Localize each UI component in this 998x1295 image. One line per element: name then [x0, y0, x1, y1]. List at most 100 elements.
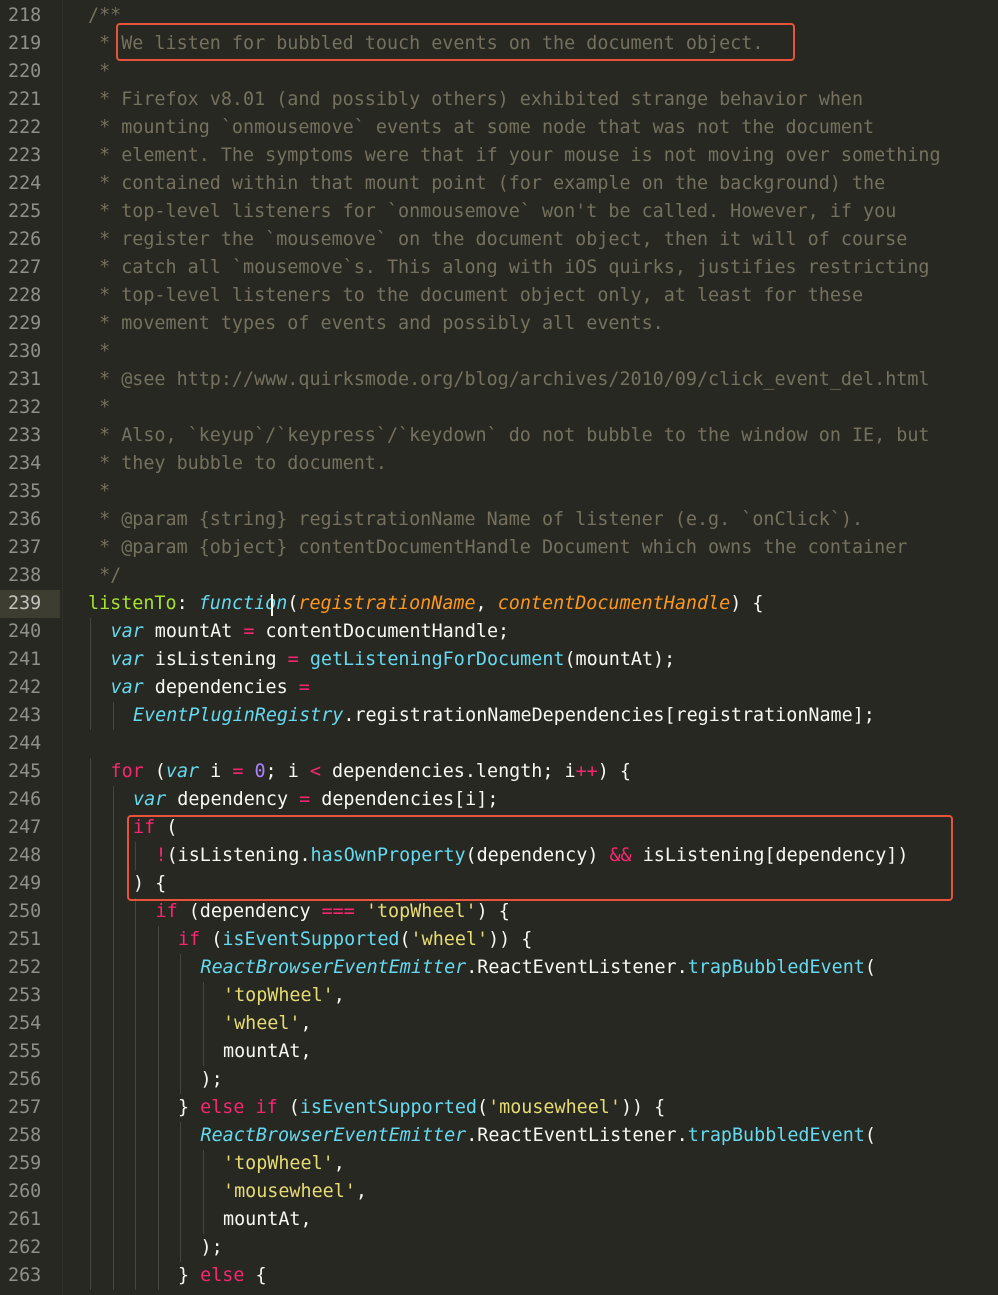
- indent-guide: [112, 1038, 114, 1066]
- code-line[interactable]: 218 /**: [0, 2, 998, 30]
- indent-guide: [90, 982, 91, 1010]
- code-line[interactable]: 239 listenTo: function(registrationName, …: [0, 590, 998, 618]
- code-token: 'topWheel': [223, 985, 334, 1006]
- code-token: (: [864, 1125, 876, 1146]
- line-number: 240: [8, 621, 42, 642]
- indent-guide: [135, 1234, 136, 1262]
- code-line[interactable]: 233 * Also, `keyup`/`keypress`/`keydown`…: [0, 422, 998, 450]
- code-line[interactable]: 229 * movement types of events and possi…: [0, 310, 998, 338]
- code-line[interactable]: 231 * @see http://www.quirksmode.org/blo…: [0, 366, 998, 394]
- code-token: ; i: [265, 761, 310, 782]
- code-token: (: [476, 1097, 489, 1118]
- indent-guide: [90, 898, 91, 926]
- code-line[interactable]: 228 * top-level listeners to the documen…: [0, 282, 998, 310]
- line-code: * Firefox v8.01 (and possibly others) ex…: [88, 86, 863, 114]
- code-token: hasOwnProperty: [310, 845, 466, 866]
- code-token: dependency: [166, 789, 300, 810]
- code-token: =: [232, 761, 244, 782]
- line-code: */: [88, 562, 121, 590]
- line-number: 233: [8, 425, 42, 446]
- code-line[interactable]: 219 * We listen for bubbled touch events…: [0, 30, 998, 58]
- code-line[interactable]: 251 if (isEventSupported('wheel')) {: [0, 926, 998, 954]
- code-line[interactable]: 223 * element. The symptoms were that if…: [0, 142, 998, 170]
- line-code: * register the `mousemove` on the docume…: [88, 226, 907, 254]
- code-line[interactable]: 232 *: [0, 394, 998, 422]
- indent-guide: [157, 1010, 159, 1038]
- code-line[interactable]: 243 EventPluginRegistry.registrationNameD…: [0, 702, 998, 730]
- code-line[interactable]: 226 * register the `mousemove` on the do…: [0, 226, 998, 254]
- code-line[interactable]: 257} else if (isEventSupported('mousewhe…: [0, 1094, 998, 1122]
- line-number: 220: [8, 61, 42, 82]
- code-editor[interactable]: 218 /** 219 * We listen for bubbled touch …: [0, 0, 998, 1295]
- code-token: )) {: [488, 929, 533, 950]
- code-line[interactable]: 263} else {: [0, 1262, 998, 1290]
- code-line[interactable]: 230 *: [0, 338, 998, 366]
- code-token: * We listen for bubbled touch events on …: [88, 33, 764, 54]
- code-line[interactable]: 247 if (: [0, 814, 998, 842]
- code-line[interactable]: 253 'topWheel',: [0, 982, 998, 1010]
- code-line[interactable]: 224 * contained within that mount point …: [0, 170, 998, 198]
- code-line[interactable]: 244: [0, 730, 998, 758]
- code-line[interactable]: 236 * @param {string} registrationName N…: [0, 506, 998, 534]
- code-line[interactable]: 252 ReactBrowserEventEmitter.ReactEventLi…: [0, 954, 998, 982]
- code-token: isListening: [143, 649, 288, 670]
- line-code: );: [201, 1066, 223, 1094]
- indent-guide: [135, 1038, 136, 1066]
- code-token: 'wheel': [223, 1013, 301, 1034]
- code-line[interactable]: 261 mountAt,: [0, 1206, 998, 1234]
- code-line[interactable]: 249) {: [0, 870, 998, 898]
- code-line[interactable]: 235 *: [0, 478, 998, 506]
- code-token: *: [88, 481, 111, 502]
- code-token: *: [88, 341, 111, 362]
- line-code: if (: [133, 814, 177, 842]
- code-line[interactable]: 254 'wheel',: [0, 1010, 998, 1038]
- code-line[interactable]: 222 * mounting `onmousemove` events at s…: [0, 114, 998, 142]
- code-line[interactable]: 250 if (dependency === 'topWheel') {: [0, 898, 998, 926]
- code-line[interactable]: 227 * catch all `mousemove`s. This along…: [0, 254, 998, 282]
- code-token: EventPluginRegistry: [133, 705, 344, 726]
- code-line[interactable]: 237 * @param {object} contentDocumentHan…: [0, 534, 998, 562]
- code-line[interactable]: 255 mountAt,: [0, 1038, 998, 1066]
- code-token: mountAt,: [223, 1041, 312, 1062]
- code-line[interactable]: 242 var dependencies =: [0, 674, 998, 702]
- code-line[interactable]: 256);: [0, 1066, 998, 1094]
- code-line[interactable]: 241 var isListening = getListeningForDocu…: [0, 646, 998, 674]
- code-line[interactable]: 262);: [0, 1234, 998, 1262]
- line-number: 229: [8, 313, 42, 334]
- code-line[interactable]: 259 'topWheel',: [0, 1150, 998, 1178]
- indent-guide: [157, 1178, 159, 1206]
- line-code: * movement types of events and possibly …: [88, 310, 664, 338]
- code-line[interactable]: 258 ReactBrowserEventEmitter.ReactEventLi…: [0, 1122, 998, 1150]
- line-number: 245: [8, 761, 42, 782]
- indent-guide: [180, 954, 181, 982]
- indent-guide: [135, 954, 136, 982]
- code-line[interactable]: 234 * they bubble to document.: [0, 450, 998, 478]
- indent-guide: [157, 954, 159, 982]
- indent-guide: [135, 898, 136, 926]
- code-token: {: [244, 1265, 267, 1286]
- code-line[interactable]: 248 !(isListening.hasOwnProperty(dependen…: [0, 842, 998, 870]
- indent-guide: [180, 1122, 181, 1150]
- code-token: (: [399, 929, 411, 950]
- line-code: for (var i = 0; i < dependencies.length;…: [111, 758, 631, 786]
- line-code: mountAt,: [223, 1206, 312, 1234]
- line-code: } else if (isEventSupported('mousewheel'…: [178, 1094, 665, 1122]
- code-line[interactable]: 221 * Firefox v8.01 (and possibly others…: [0, 86, 998, 114]
- code-line[interactable]: 246 var dependency = dependencies[i];: [0, 786, 998, 814]
- code-token: if: [133, 817, 156, 838]
- line-code: 'mousewheel',: [223, 1178, 367, 1206]
- code-line[interactable]: 260 'mousewheel',: [0, 1178, 998, 1206]
- code-line[interactable]: 238 */: [0, 562, 998, 590]
- line-code: var isListening = getListeningForDocumen…: [111, 646, 676, 674]
- code-line[interactable]: 245 for (var i = 0; i < dependencies.leng…: [0, 758, 998, 786]
- code-token: * contained within that mount point (for…: [88, 173, 886, 194]
- code-token: * Firefox v8.01 (and possibly others) ex…: [88, 89, 864, 110]
- code-line[interactable]: 225 * top-level listeners for `onmousemo…: [0, 198, 998, 226]
- line-code: *: [88, 58, 110, 86]
- indent-guide: [90, 758, 91, 786]
- indent-guide: [180, 1010, 181, 1038]
- code-line[interactable]: 240 var mountAt = contentDocumentHandle;: [0, 618, 998, 646]
- code-line[interactable]: 220 *: [0, 58, 998, 86]
- code-token: &&: [609, 845, 632, 866]
- line-number: 258: [8, 1125, 42, 1146]
